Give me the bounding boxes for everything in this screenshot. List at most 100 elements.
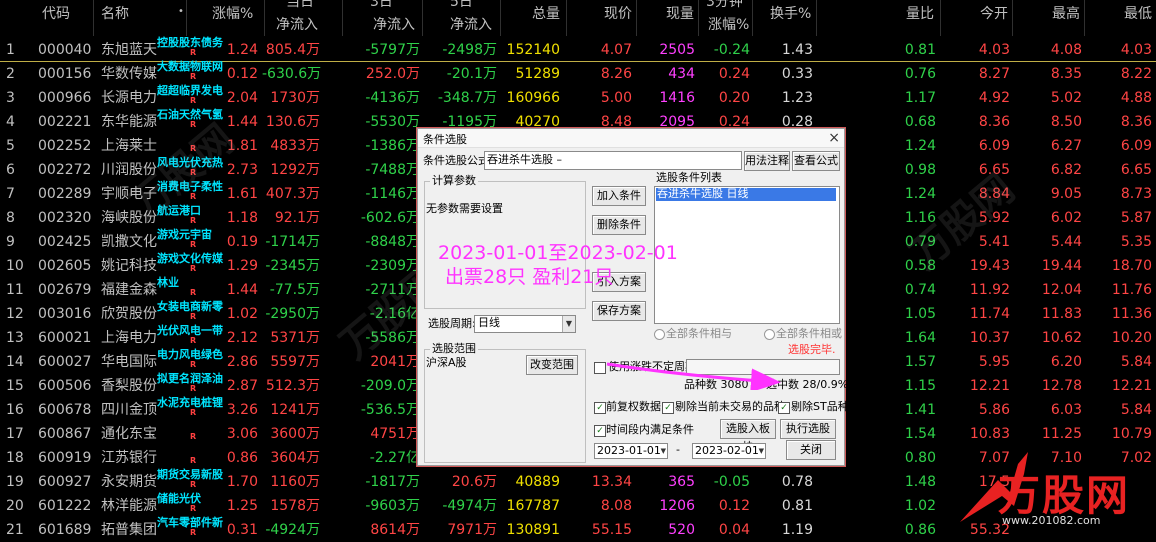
header-inflow-5d-top[interactable]: 5日 [450,0,473,10]
change-pct: 2.87 [226,378,258,394]
condition-select-dialog: 条件选股 × 条件选股公式 吞进杀牛选股 – 用法注释 查看公式 计算参数 无参… [417,128,849,466]
condition-list-item[interactable]: 吞进杀牛选股 日线 [656,187,836,201]
save-plan-button[interactable]: 保存方案 [592,301,646,321]
chevron-down-icon[interactable]: ▼ [562,316,575,332]
dialog-titlebar[interactable]: 条件选股 × [418,129,844,148]
margin-badge: R [190,48,197,57]
inflow-3d: -8848万 [365,234,420,250]
margin-badge: R [190,264,197,273]
stock-name: 华数传媒 [101,66,157,82]
high-price: 11.83 [1041,306,1082,322]
inflow-3d: -1817万 [365,474,420,490]
inflow-day: -1714万 [265,234,320,250]
header-low[interactable]: 最低 [1124,6,1152,22]
volume-ratio: 0.98 [904,162,936,178]
row-index: 14 [6,354,24,370]
header-current-volume[interactable]: 现量 [666,6,694,22]
stock-name: 福建金森 [101,282,157,298]
change-pct: 1.24 [226,42,258,58]
low-price: 4.88 [1120,90,1152,106]
header-price[interactable]: 现价 [604,6,632,22]
open-price: 4.92 [978,90,1010,106]
delete-condition-button[interactable]: 删除条件 [592,215,646,235]
time-range-checkbox[interactable]: ✓ [594,425,606,437]
close-button[interactable]: 关闭 [786,440,836,460]
stock-code: 002252 [38,138,92,154]
header-open[interactable]: 今开 [980,6,1008,22]
high-price: 6.20 [1050,354,1082,370]
inflow-day: 1160万 [270,474,320,490]
inflow-day: -4924万 [265,522,320,538]
stock-code: 601689 [38,522,92,538]
end-date-field[interactable]: 2023-02-01 ▼ [692,443,766,459]
header-separator [752,0,753,36]
margin-badge: R [190,480,197,489]
fq-checkbox[interactable]: ✓ [594,402,606,414]
stock-code: 600027 [38,354,92,370]
radio-or[interactable] [764,329,775,340]
formula-select[interactable]: 吞进杀牛选股 – [484,151,742,170]
row-index: 10 [6,258,24,274]
header-inflow-5d-bottom[interactable]: 净流入 [450,17,492,33]
stock-code: 002289 [38,186,92,202]
header-turnover[interactable]: 换手% [770,6,811,22]
table-row[interactable]: 3 000966 长源电力 超超临界发电 R 2.04 1730万 -4136万 -348.7万… [0,84,1156,110]
header-high[interactable]: 最高 [1052,6,1080,22]
header-volume-ratio[interactable]: 量比 [906,6,934,22]
header-name[interactable]: 名称 [101,6,129,22]
header-volume[interactable]: 总量 [532,6,560,22]
header-code[interactable]: 代码 [42,6,70,22]
header-inflow-3d-bottom[interactable]: 净流入 [373,17,415,33]
open-price: 6.09 [978,138,1010,154]
formula-value: 吞进杀牛选股 – [487,153,562,166]
inflow-3d: -4136万 [365,90,420,106]
current-price: 4.07 [600,42,632,58]
volume-ratio: 0.86 [904,522,936,538]
header-inflow-3d-top[interactable]: 3日 [370,0,393,10]
open-price: 4.03 [978,42,1010,58]
header-separator [186,0,187,36]
stock-name: 凯撒文化 [101,234,157,250]
exclude-st-checkbox[interactable]: ✓ [778,402,790,414]
run-selection-button[interactable]: 执行选股 [780,419,836,439]
chevron-down-icon[interactable]: ▼ [661,445,666,457]
inflow-3d: -536.5万 [360,402,420,418]
header-inflow-day-bottom[interactable]: 净流入 [276,17,318,33]
stock-name: 东旭蓝天 [101,42,157,58]
start-date-field[interactable]: 2023-01-01 ▼ [594,443,668,459]
chevron-down-icon[interactable]: ▼ [759,445,764,457]
stock-name: 永安期货 [101,474,157,490]
header-separator [1084,0,1085,36]
view-formula-button[interactable]: 查看公式 [792,151,840,171]
condition-list[interactable]: 吞进杀牛选股 日线 [654,186,840,324]
high-price: 4.08 [1050,42,1082,58]
header-separator [500,0,501,36]
add-to-block-button[interactable]: 选股入板块 [720,419,776,453]
exclude-notrade-checkbox[interactable]: ✓ [662,402,674,414]
open-price: 12.21 [969,378,1010,394]
stock-name: 香梨股份 [101,378,157,394]
open-price: 11.74 [969,306,1010,322]
usage-button[interactable]: 用法注释 [744,151,790,171]
header-3min-bottom[interactable]: 涨幅% [708,17,749,33]
row-index: 5 [6,138,15,154]
add-condition-button[interactable]: 加入条件 [592,186,646,206]
high-price: 19.44 [1041,258,1082,274]
header-3min-top[interactable]: 3分钟 [706,0,743,10]
period-select[interactable]: 日线 ▼ [474,315,576,333]
radio-and[interactable] [654,329,665,340]
header-change[interactable]: 涨幅% [212,6,253,22]
stock-code: 000966 [38,90,92,106]
total-volume: 167787 [506,498,560,514]
stock-name: 姚记科技 [101,258,157,274]
open-price: 10.83 [969,426,1010,442]
table-row[interactable]: 2 000156 华数传媒 大数据物联网 R 0.12 -630.6万 252.0万 -20.1… [0,60,1156,86]
logo-url: www.201082.com [1002,514,1101,527]
close-icon[interactable]: × [828,129,840,147]
low-price: 5.35 [1120,234,1152,250]
header-inflow-day-top[interactable]: 当日 [286,0,314,10]
row-index: 15 [6,378,24,394]
margin-badge: R [190,96,197,105]
table-row[interactable]: 1 000040 东旭蓝天 控股股东债务 R 1.24 805.4万 -5797万 -2498万… [0,36,1156,62]
change-range-button[interactable]: 改变范围 [526,355,578,375]
